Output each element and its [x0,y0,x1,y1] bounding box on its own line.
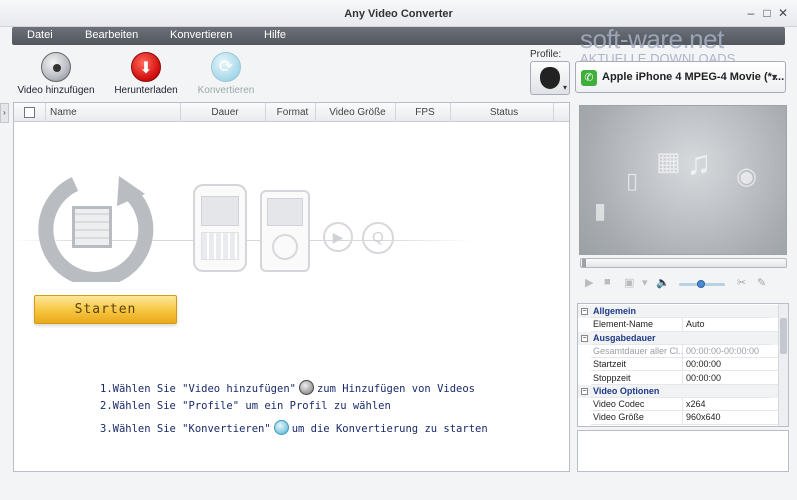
file-list-header: Name Dauer Format Video Größe FPS Status [14,103,569,122]
add-video-label: Video hinzufügen [17,85,95,96]
maximize-icon[interactable]: □ [761,7,773,19]
play-circle-icon: ▶ [323,222,353,252]
smartphone-icon [193,184,247,272]
menu-datei[interactable]: Datei [27,29,53,41]
menu-hilfe[interactable]: Hilfe [264,29,286,41]
volume-knob[interactable] [697,280,705,288]
film-reel-icon [41,52,71,82]
side-panel-toggle[interactable]: › [0,103,9,123]
convert-icon [273,420,289,435]
start-button[interactable]: Starten [34,295,177,324]
chevron-down-icon: ▾ [562,83,567,92]
instruction-1: 1.Wählen Sie "Video hinzufügen" zum Hinzu… [100,380,475,395]
quicktime-icon: Q [362,222,394,254]
prop-row-total-duration: Gesamtdauer aller Cl... 00:00:00-00:00:0… [578,344,778,359]
collapse-icon[interactable]: − [581,308,588,315]
col-fps[interactable]: FPS [396,103,451,122]
close-icon[interactable]: ✕ [777,7,789,19]
col-format[interactable]: Format [266,103,316,122]
device-category-button[interactable]: ▾ [530,61,570,95]
film-reel-icon [298,380,314,395]
col-dauer[interactable]: Dauer [181,103,266,122]
cut-icon[interactable]: ✂ [737,276,746,289]
phone-icon: ✆ [581,70,597,86]
prop-category-output-duration[interactable]: − Ausgabedauer [578,331,778,345]
prop-row-stop-time[interactable]: Stoppzeit 00:00:00 [578,371,778,385]
tools-icon[interactable]: ✎ [757,276,766,289]
convert-icon [211,52,241,82]
volume-slider[interactable] [679,280,725,288]
collapse-icon[interactable]: − [581,387,588,395]
instruction-3-b: um die Konvertierung zu starten [291,423,488,435]
scroll-thumb[interactable] [780,318,787,354]
col-status[interactable]: Status [451,103,554,122]
select-all-checkbox[interactable] [24,107,35,118]
col-video-size[interactable]: Video Größe [316,103,396,122]
player-icon: ▮ [594,198,607,223]
apple-icon [540,67,560,89]
profile-value: Apple iPhone 4 MPEG-4 Movie (*.... [602,71,785,83]
menu-bearbeiten[interactable]: Bearbeiten [85,29,138,41]
file-list: Name Dauer Format Video Größe FPS Status [13,102,570,472]
prop-category-general[interactable]: − Allgemein [578,305,778,319]
download-label: Herunterladen [114,85,178,96]
chevron-down-icon: ▼ [770,72,779,82]
window-title: Any Video Converter [344,8,453,20]
property-description [577,430,789,472]
volume-icon[interactable]: 🔈 [656,276,670,289]
music-note-icon: ♫ [686,144,712,182]
prop-row-video-size[interactable]: Video Größe 960x640 [578,411,778,425]
convert-button[interactable]: Konvertieren [194,52,258,96]
instruction-1-a: 1.Wählen Sie "Video hinzufügen" [100,383,296,395]
minimize-icon[interactable]: – [745,7,757,19]
add-video-button[interactable]: Video hinzufügen [16,52,96,96]
status-bar [0,476,797,500]
collapse-icon[interactable]: − [581,334,588,342]
prop-row-video-codec[interactable]: Video Codec x264 [578,398,778,412]
profile-label: Profile: [530,49,562,60]
instruction-3: 3.Wählen Sie "Konvertieren" um die Konver… [100,420,488,435]
media-player-icon [260,190,310,272]
title-bar: Any Video Converter – □ ✕ [0,0,797,27]
stop-icon[interactable]: ■ [604,276,611,288]
chevron-down-icon[interactable]: ▾ [642,276,648,289]
seek-handle[interactable] [582,259,586,267]
film-strip-icon: ▦ [656,146,681,176]
select-all-cell [14,103,46,122]
col-name[interactable]: Name [46,103,181,122]
properties-panel: − Allgemein Element-Name Auto − Ausgabed… [577,303,789,427]
instruction-1-b: zum Hinzufügen von Videos [316,383,476,395]
instruction-3-a: 3.Wählen Sie "Konvertieren" [100,423,271,435]
disc-icon: ◉ [736,163,757,190]
convert-label: Konvertieren [197,85,255,96]
profile-select[interactable]: ✆ Apple iPhone 4 MPEG-4 Movie (*.... ▼ [575,61,786,93]
menu-konvertieren[interactable]: Konvertieren [170,29,232,41]
prop-row-start-time[interactable]: Startzeit 00:00:00 [578,358,778,372]
prop-row-element-name[interactable]: Element-Name Auto [578,318,778,332]
play-icon[interactable]: ▶ [585,276,593,289]
video-preview: ▦ ♫ ▯ ◉ ▮ [579,105,787,255]
download-button[interactable]: Herunterladen [112,52,180,96]
prop-category-video-options[interactable]: − Video Optionen [578,384,778,399]
seek-bar[interactable] [580,258,787,268]
phone-icon: ▯ [626,168,639,193]
instruction-2: 2.Wählen Sie "Profile" um ein Profil zu … [100,400,391,412]
snapshot-icon[interactable]: ▣ [624,276,634,289]
download-icon [131,52,161,82]
film-icon [72,206,112,248]
properties-scrollbar[interactable] [778,304,788,426]
